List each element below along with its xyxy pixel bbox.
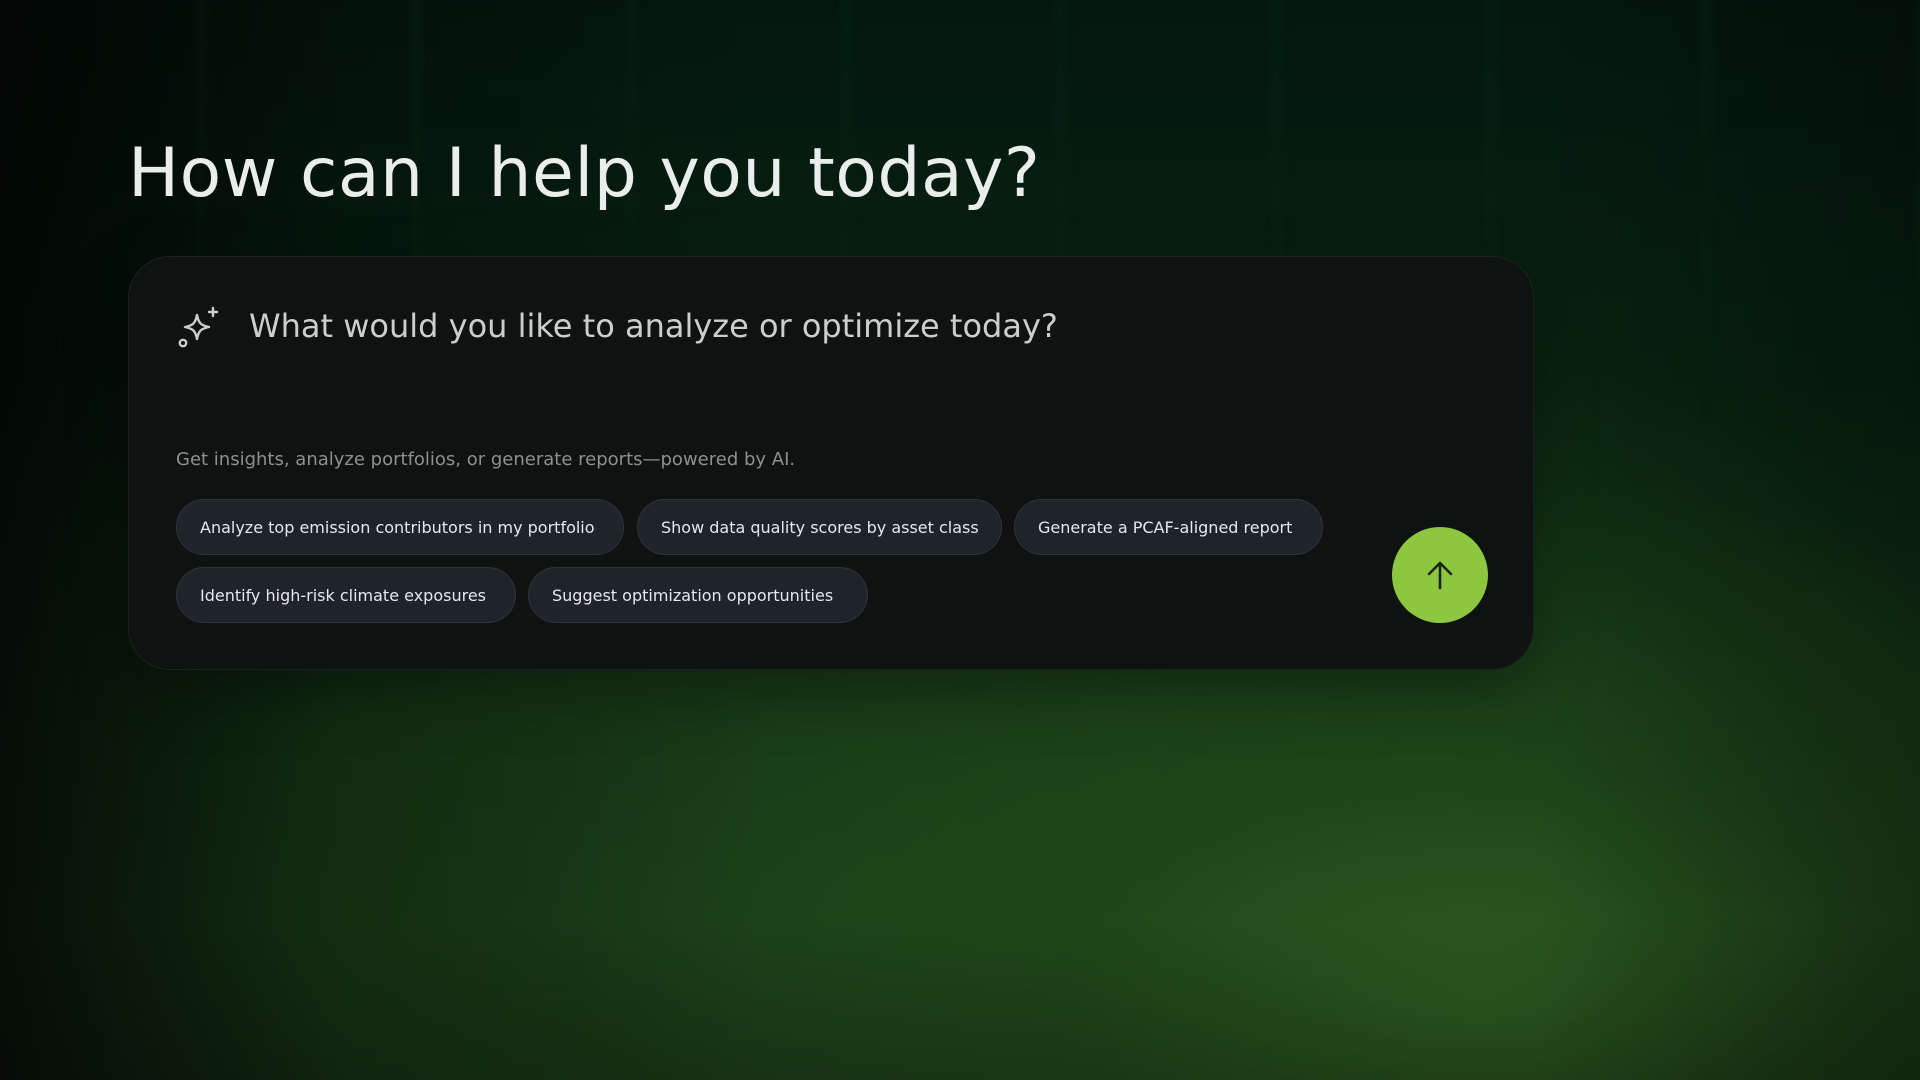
suggestion-chip-pcaf-report[interactable]: Generate a PCAF-aligned report — [1014, 499, 1323, 555]
helper-text: Get insights, analyze portfolios, or gen… — [176, 449, 796, 470]
suggestion-chip-climate-exposures[interactable]: Identify high-risk climate exposures — [176, 567, 516, 623]
arrow-up-icon — [1420, 555, 1460, 595]
prompt-input[interactable]: What would you like to analyze or optimi… — [249, 307, 1058, 345]
suggestion-chip-data-quality[interactable]: Show data quality scores by asset class — [637, 499, 1002, 555]
sparkle-icon — [175, 303, 223, 351]
assistant-prompt-card: What would you like to analyze or optimi… — [128, 256, 1534, 670]
suggestion-chip-emission-contributors[interactable]: Analyze top emission contributors in my … — [176, 499, 624, 555]
suggestion-chip-optimization[interactable]: Suggest optimization opportunities — [528, 567, 868, 623]
send-button[interactable] — [1392, 527, 1488, 623]
page-title: How can I help you today? — [128, 134, 1041, 213]
